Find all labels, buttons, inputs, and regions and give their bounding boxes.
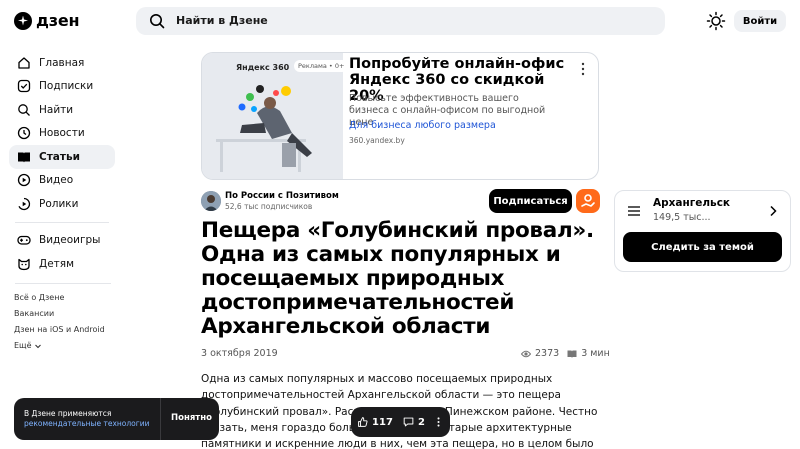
subscriptions-icon [17, 80, 31, 93]
gamepad-icon [17, 236, 31, 245]
sidebar-item-label: Ролики [39, 197, 79, 210]
dzen-logo-icon [14, 11, 32, 30]
sidebar-item-news[interactable]: Новости [9, 122, 115, 146]
topic-card: Архангельск 149,5 тыс... Следить за темо… [614, 190, 791, 272]
views-count: 2373 [535, 348, 560, 359]
like-icon[interactable] [357, 415, 368, 429]
sidebar-item-shorts[interactable]: Ролики [9, 192, 115, 216]
sidebar-item-label: Найти [39, 103, 74, 116]
article-title: Пещера «Голубинский провал». Одна из сам… [201, 218, 594, 339]
donate-button[interactable] [576, 189, 600, 213]
sun-icon[interactable] [706, 11, 726, 31]
comment-icon[interactable] [403, 415, 414, 429]
ad-image [202, 53, 343, 179]
cookie-text: В Дзене применяются [24, 409, 112, 418]
more-vertical-icon[interactable] [433, 415, 444, 429]
sidebar-item-label: Статьи [39, 150, 80, 163]
likes-count: 117 [372, 416, 393, 428]
footer-link-jobs[interactable]: Вакансии [14, 309, 54, 318]
shorts-icon [18, 197, 31, 210]
sidebar-item-label: Подписки [39, 80, 94, 93]
chevron-right-icon[interactable] [769, 205, 777, 217]
more-menu[interactable]: Ещё [14, 341, 42, 350]
chevron-down-icon [35, 344, 41, 348]
divider [15, 221, 109, 223]
article-stats: 2373 3 мин [521, 348, 610, 359]
kids-icon [18, 258, 30, 270]
book-icon [567, 350, 577, 358]
topic-name[interactable]: Архангельск [653, 197, 730, 209]
ad-badge: Реклама • 0+ [294, 60, 349, 72]
cookie-link[interactable]: рекомендательные технологии [24, 419, 149, 428]
menu-icon [628, 206, 640, 216]
logo-text: дзен [36, 11, 80, 30]
sidebar-item-home[interactable]: Главная [9, 51, 115, 75]
news-icon [17, 127, 31, 140]
articles-icon [18, 152, 30, 163]
sidebar-item-video[interactable]: Видео [9, 169, 115, 193]
reactions-bar: 117 2 [351, 407, 450, 437]
home-icon [18, 57, 30, 69]
follow-topic-button[interactable]: Следить за темой [623, 232, 782, 262]
sidebar-item-label: Детям [39, 257, 75, 270]
channel-avatar[interactable] [201, 191, 221, 211]
read-time: 3 мин [581, 348, 610, 359]
search-icon [18, 103, 30, 116]
channel-name[interactable]: По России с Позитивом [225, 191, 339, 201]
sidebar-item-label: Видео [39, 174, 74, 187]
video-icon [17, 174, 31, 187]
article-date: 3 октября 2019 [201, 348, 278, 359]
divider [15, 283, 111, 284]
more-label: Ещё [14, 341, 32, 350]
footer-link-about[interactable]: Всё о Дзене [14, 293, 64, 302]
sidebar-nav: Главная Подписки Найти Новости Статьи Ви… [9, 51, 115, 276]
dzen-logo[interactable]: дзен [14, 11, 80, 30]
donate-icon [581, 194, 595, 207]
login-button[interactable]: Войти [734, 10, 786, 32]
more-vertical-icon[interactable] [580, 62, 586, 76]
cookie-notice: В Дзене применяются рекомендательные тех… [14, 398, 219, 440]
ad-domain: 360.yandex.by [349, 136, 405, 145]
ad-illustration [202, 53, 343, 179]
ad-link[interactable]: Для бизнеса любого размера [349, 120, 496, 131]
search-placeholder: Найти в Дзене [176, 14, 268, 27]
subscribe-button[interactable]: Подписаться [489, 189, 572, 213]
search-input[interactable]: Найти в Дзене [136, 7, 665, 35]
channel-subscribers: 52,6 тыс подписчиков [225, 202, 313, 211]
comments-count: 2 [417, 416, 425, 428]
eye-icon [521, 350, 531, 357]
sidebar-item-articles[interactable]: Статьи [9, 145, 115, 169]
footer-link-apps[interactable]: Дзен на iOS и Android [14, 325, 105, 334]
ad-banner[interactable]: Яндекс 360 Реклама • 0+ Попробуйте онлай… [201, 52, 599, 180]
sidebar-item-kids[interactable]: Детям [9, 252, 115, 276]
sidebar-item-label: Главная [39, 56, 85, 69]
sidebar-item-search[interactable]: Найти [9, 98, 115, 122]
sidebar-item-label: Новости [39, 127, 85, 140]
cookie-accept-button[interactable]: Понятно [171, 413, 212, 423]
ad-brand-label: Яндекс 360 [236, 63, 290, 72]
sidebar-item-subscriptions[interactable]: Подписки [9, 75, 115, 99]
sidebar-item-label: Видеоигры [39, 234, 101, 247]
divider [160, 398, 161, 440]
avatar-image [201, 191, 221, 211]
sidebar-item-videogames[interactable]: Видеоигры [9, 229, 115, 253]
topic-count: 149,5 тыс... [653, 212, 711, 223]
search-icon [150, 14, 165, 29]
